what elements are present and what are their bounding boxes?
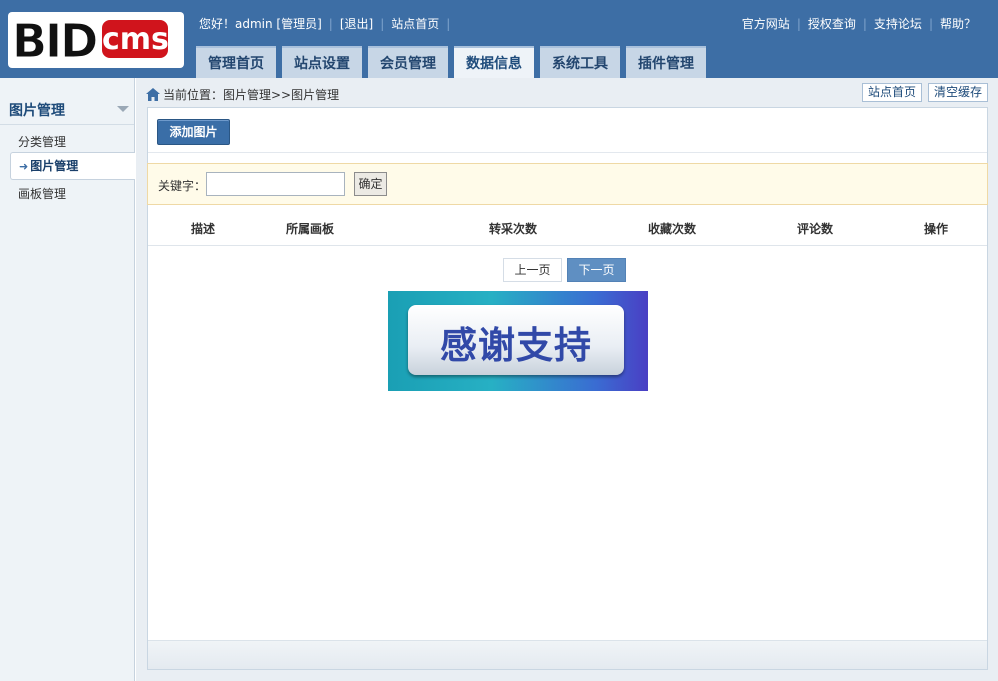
tab-plugin-management[interactable]: 插件管理 — [626, 46, 706, 78]
site-home-link[interactable]: 站点首页 — [391, 15, 439, 32]
sidebar-item-boards[interactable]: 画板管理 — [18, 185, 66, 202]
utility-links: 官方网站 | 授权查询 | 支持论坛 | 帮助？ — [742, 15, 976, 32]
help-link[interactable]: 帮助？ — [940, 15, 976, 32]
sidebar-item-images[interactable]: ➜ 图片管理 — [10, 152, 135, 180]
prev-page-button[interactable]: 上一页 — [503, 258, 562, 282]
home-icon — [146, 88, 160, 101]
keyword-input[interactable] — [206, 172, 345, 196]
column-header-actions[interactable]: 操作 — [924, 220, 948, 237]
logo-text-bid: BID — [11, 14, 98, 69]
keyword-label: 关键字： — [158, 179, 207, 193]
sidebar-divider — [0, 124, 134, 125]
divider: | — [796, 16, 801, 31]
divider: | — [380, 16, 385, 31]
greeting-text: 您好！admin [管理员] — [199, 17, 322, 31]
panel-footer — [148, 640, 987, 669]
sidebar: 图片管理 分类管理 ➜ 图片管理 画板管理 — [0, 78, 135, 681]
support-forum-link[interactable]: 支持论坛 — [874, 15, 922, 32]
column-header-favorite-count[interactable]: 收藏次数 — [648, 220, 696, 237]
chevron-down-icon[interactable] — [117, 106, 129, 112]
tab-admin-home[interactable]: 管理首页 — [196, 46, 276, 78]
breadcrumb: 当前位置：图片管理>>图片管理 — [146, 86, 339, 103]
thanks-banner-image: 感谢支持 — [388, 291, 648, 391]
tab-site-settings[interactable]: 站点设置 — [282, 46, 362, 78]
thanks-banner-text: 感谢支持 — [440, 324, 592, 367]
user-bar: 您好！admin [管理员] | [退出] | 站点首页 | — [199, 15, 457, 32]
logo-text-com: .com — [168, 18, 183, 54]
sidebar-item-category[interactable]: 分类管理 — [18, 133, 66, 150]
site-home-button[interactable]: 站点首页 — [861, 83, 922, 102]
divider: | — [328, 16, 333, 31]
divider — [148, 152, 987, 153]
column-header-repin-count[interactable]: 转采次数 — [489, 220, 537, 237]
official-site-link[interactable]: 官方网站 — [742, 15, 790, 32]
column-header-board[interactable]: 所属画板 — [286, 220, 334, 237]
license-query-link[interactable]: 授权查询 — [808, 15, 856, 32]
column-header-comment-count[interactable]: 评论数 — [797, 220, 833, 237]
arrow-right-icon: ➜ — [19, 160, 29, 173]
sidebar-title: 图片管理 — [9, 103, 65, 119]
main-nav: 管理首页 站点设置 会员管理 数据信息 系统工具 插件管理 — [196, 46, 712, 78]
table-header: 描述 所属画板 转采次数 收藏次数 评论数 操作 — [148, 206, 987, 246]
logo-text-cms: cms — [100, 18, 170, 60]
thanks-banner-plate: 感谢支持 — [408, 305, 624, 375]
tab-data-info[interactable]: 数据信息 — [454, 46, 534, 78]
breadcrumb-text: 当前位置：图片管理>>图片管理 — [163, 88, 340, 102]
search-bar: 关键字： 确定 — [147, 163, 988, 205]
logout-link[interactable]: [退出] — [340, 15, 373, 32]
next-page-button[interactable]: 下一页 — [567, 258, 626, 282]
top-actions: 站点首页 清空缓存 — [856, 83, 988, 102]
column-header-description[interactable]: 描述 — [191, 220, 215, 237]
divider: | — [446, 16, 451, 31]
content-panel: 添加图片 关键字： 确定 描述 所属画板 转采次数 收藏次数 评论数 操作 上一… — [147, 107, 988, 670]
divider: | — [862, 16, 867, 31]
clear-cache-button[interactable]: 清空缓存 — [927, 83, 988, 102]
header: BID cms .com 您好！admin [管理员] | [退出] | 站点首… — [0, 0, 998, 78]
divider: | — [928, 16, 933, 31]
bidcms-logo[interactable]: BID cms .com — [8, 12, 184, 69]
confirm-button[interactable]: 确定 — [354, 172, 387, 196]
add-image-button[interactable]: 添加图片 — [157, 119, 230, 145]
tab-system-tools[interactable]: 系统工具 — [540, 46, 620, 78]
sidebar-item-label: 图片管理 — [30, 159, 79, 173]
tab-member-management[interactable]: 会员管理 — [368, 46, 448, 78]
